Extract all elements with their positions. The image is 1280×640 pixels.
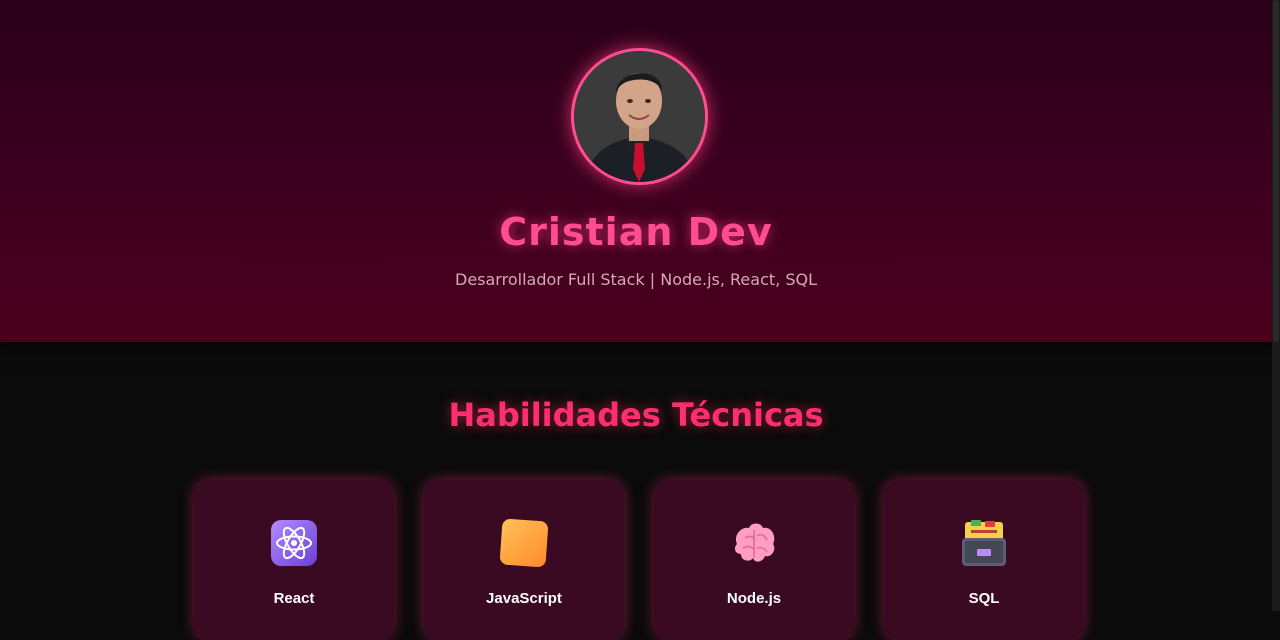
file-cabinet-icon [962,520,1006,566]
skill-card-react[interactable]: React [194,480,394,640]
skills-section-title: Habilidades Técnicas [448,396,824,434]
hero-header: Cristian Dev Desarrollador Full Stack | … [0,0,1272,342]
skill-card-nodejs[interactable]: Node.js [654,480,854,640]
skill-label: JavaScript [486,590,562,607]
scrollbar[interactable] [1272,0,1280,611]
skill-label: React [273,590,315,607]
profile-name: Cristian Dev [499,210,773,254]
skill-card-sql[interactable]: SQL [884,480,1084,640]
brain-icon [734,523,775,562]
skill-label: SQL [968,590,1000,607]
skill-card-javascript[interactable]: JavaScript [424,480,624,640]
scrollbar-thumb[interactable] [1273,0,1279,342]
orange-square-icon [499,518,549,568]
profile-subtitle: Desarrollador Full Stack | Node.js, Reac… [455,270,817,289]
atom-icon [271,520,317,566]
avatar [571,48,708,185]
avatar-portrait [574,51,705,182]
skills-grid: React JavaScript Node.js SQL [194,480,1084,640]
skill-label: Node.js [726,590,782,607]
